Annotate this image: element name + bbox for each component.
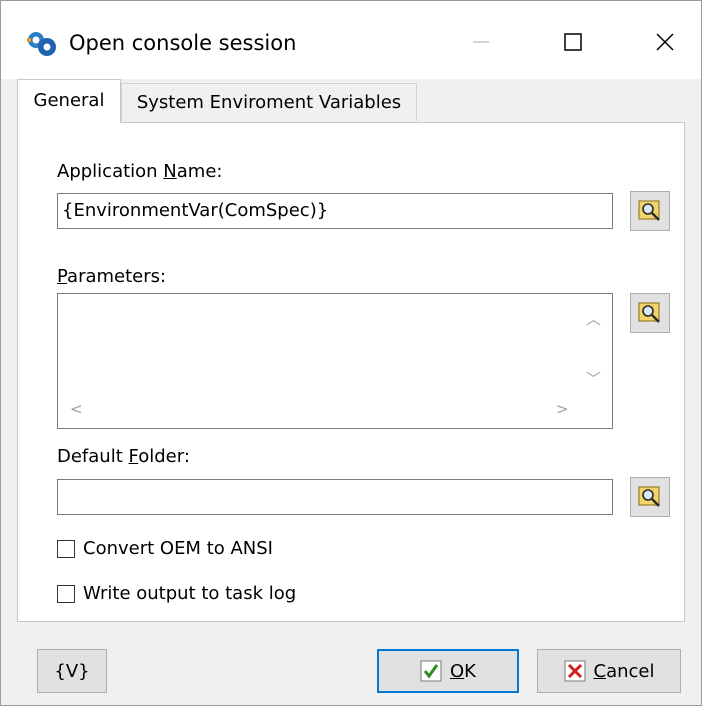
minimize-icon <box>473 41 489 43</box>
maximize-icon <box>564 33 582 51</box>
default-folder-label: Default Folder: <box>57 446 190 468</box>
default-folder-browse-button[interactable] <box>630 477 670 517</box>
cancel-button-accelerator: C <box>593 660 607 682</box>
cancel-button[interactable]: Cancel <box>537 649 681 693</box>
convert-oem-to-ansi-label: Convert OEM to ANSI <box>83 538 273 559</box>
ok-button-accelerator: O <box>450 660 465 682</box>
application-name-field[interactable]: {EnvironmentVar(ComSpec)} <box>57 193 613 229</box>
write-output-to-task-log-label: Write output to task log <box>83 583 297 604</box>
close-icon <box>656 33 674 51</box>
tab-system-environment-variables[interactable]: System Enviroment Variables <box>121 83 417 121</box>
tab-strip: General System Enviroment Variables <box>17 79 685 123</box>
convert-oem-to-ansi-checkbox[interactable] <box>57 540 75 558</box>
browse-magnifier-icon <box>638 302 660 323</box>
variables-button[interactable]: {V} <box>37 649 107 693</box>
default-folder-label-rest: older: <box>138 446 190 467</box>
scroll-right-arrow-icon[interactable]: > <box>556 400 569 418</box>
application-name-browse-button[interactable] <box>630 191 670 231</box>
variables-button-label: {V} <box>54 660 90 682</box>
title-bar: Open console session <box>1 1 701 79</box>
application-name-label-text: Application <box>57 161 164 182</box>
scroll-up-arrow-icon[interactable]: ︿ <box>586 308 601 329</box>
cancel-x-icon <box>564 660 585 682</box>
convert-oem-to-ansi-option[interactable]: Convert OEM to ANSI <box>57 538 273 560</box>
parameters-memo[interactable]: ︿ ﹀ < > <box>57 293 613 429</box>
close-button[interactable] <box>641 19 689 65</box>
parameters-label-rest: arameters: <box>67 266 167 287</box>
checkmark-icon <box>420 660 442 682</box>
parameters-browse-button[interactable] <box>630 293 670 333</box>
ok-button[interactable]: OK <box>377 649 519 693</box>
scroll-left-arrow-icon[interactable]: < <box>70 400 83 418</box>
dialog-window: Open console session General System Envi… <box>0 0 702 706</box>
ok-button-label: OK <box>450 661 476 682</box>
default-folder-label-text: Default <box>57 446 129 467</box>
ok-button-label-rest: K <box>464 660 476 682</box>
tab-general[interactable]: General <box>17 79 121 123</box>
write-output-to-task-log-option[interactable]: Write output to task log <box>57 583 296 605</box>
application-name-label-rest: ame: <box>176 161 223 182</box>
application-name-label: Application Name: <box>57 161 222 183</box>
application-name-label-accelerator: N <box>163 161 177 182</box>
default-folder-label-accelerator: F <box>128 446 139 467</box>
cancel-button-label: Cancel <box>594 661 655 682</box>
maximize-button[interactable] <box>549 19 597 65</box>
cancel-button-label-rest: ancel <box>606 660 655 682</box>
parameters-label-accelerator: P <box>57 266 68 287</box>
browse-magnifier-icon <box>638 200 660 221</box>
default-folder-field[interactable] <box>57 479 613 515</box>
scroll-down-arrow-icon[interactable]: ﹀ <box>586 368 601 389</box>
parameters-label: Parameters: <box>57 266 166 288</box>
general-tab-panel: Application Name: {EnvironmentVar(ComSpe… <box>17 122 685 622</box>
window-title: Open console session <box>69 31 297 55</box>
write-output-to-task-log-checkbox[interactable] <box>57 585 75 603</box>
browse-magnifier-icon <box>638 486 660 507</box>
app-gears-icon <box>27 32 56 56</box>
minimize-button[interactable] <box>457 19 505 65</box>
